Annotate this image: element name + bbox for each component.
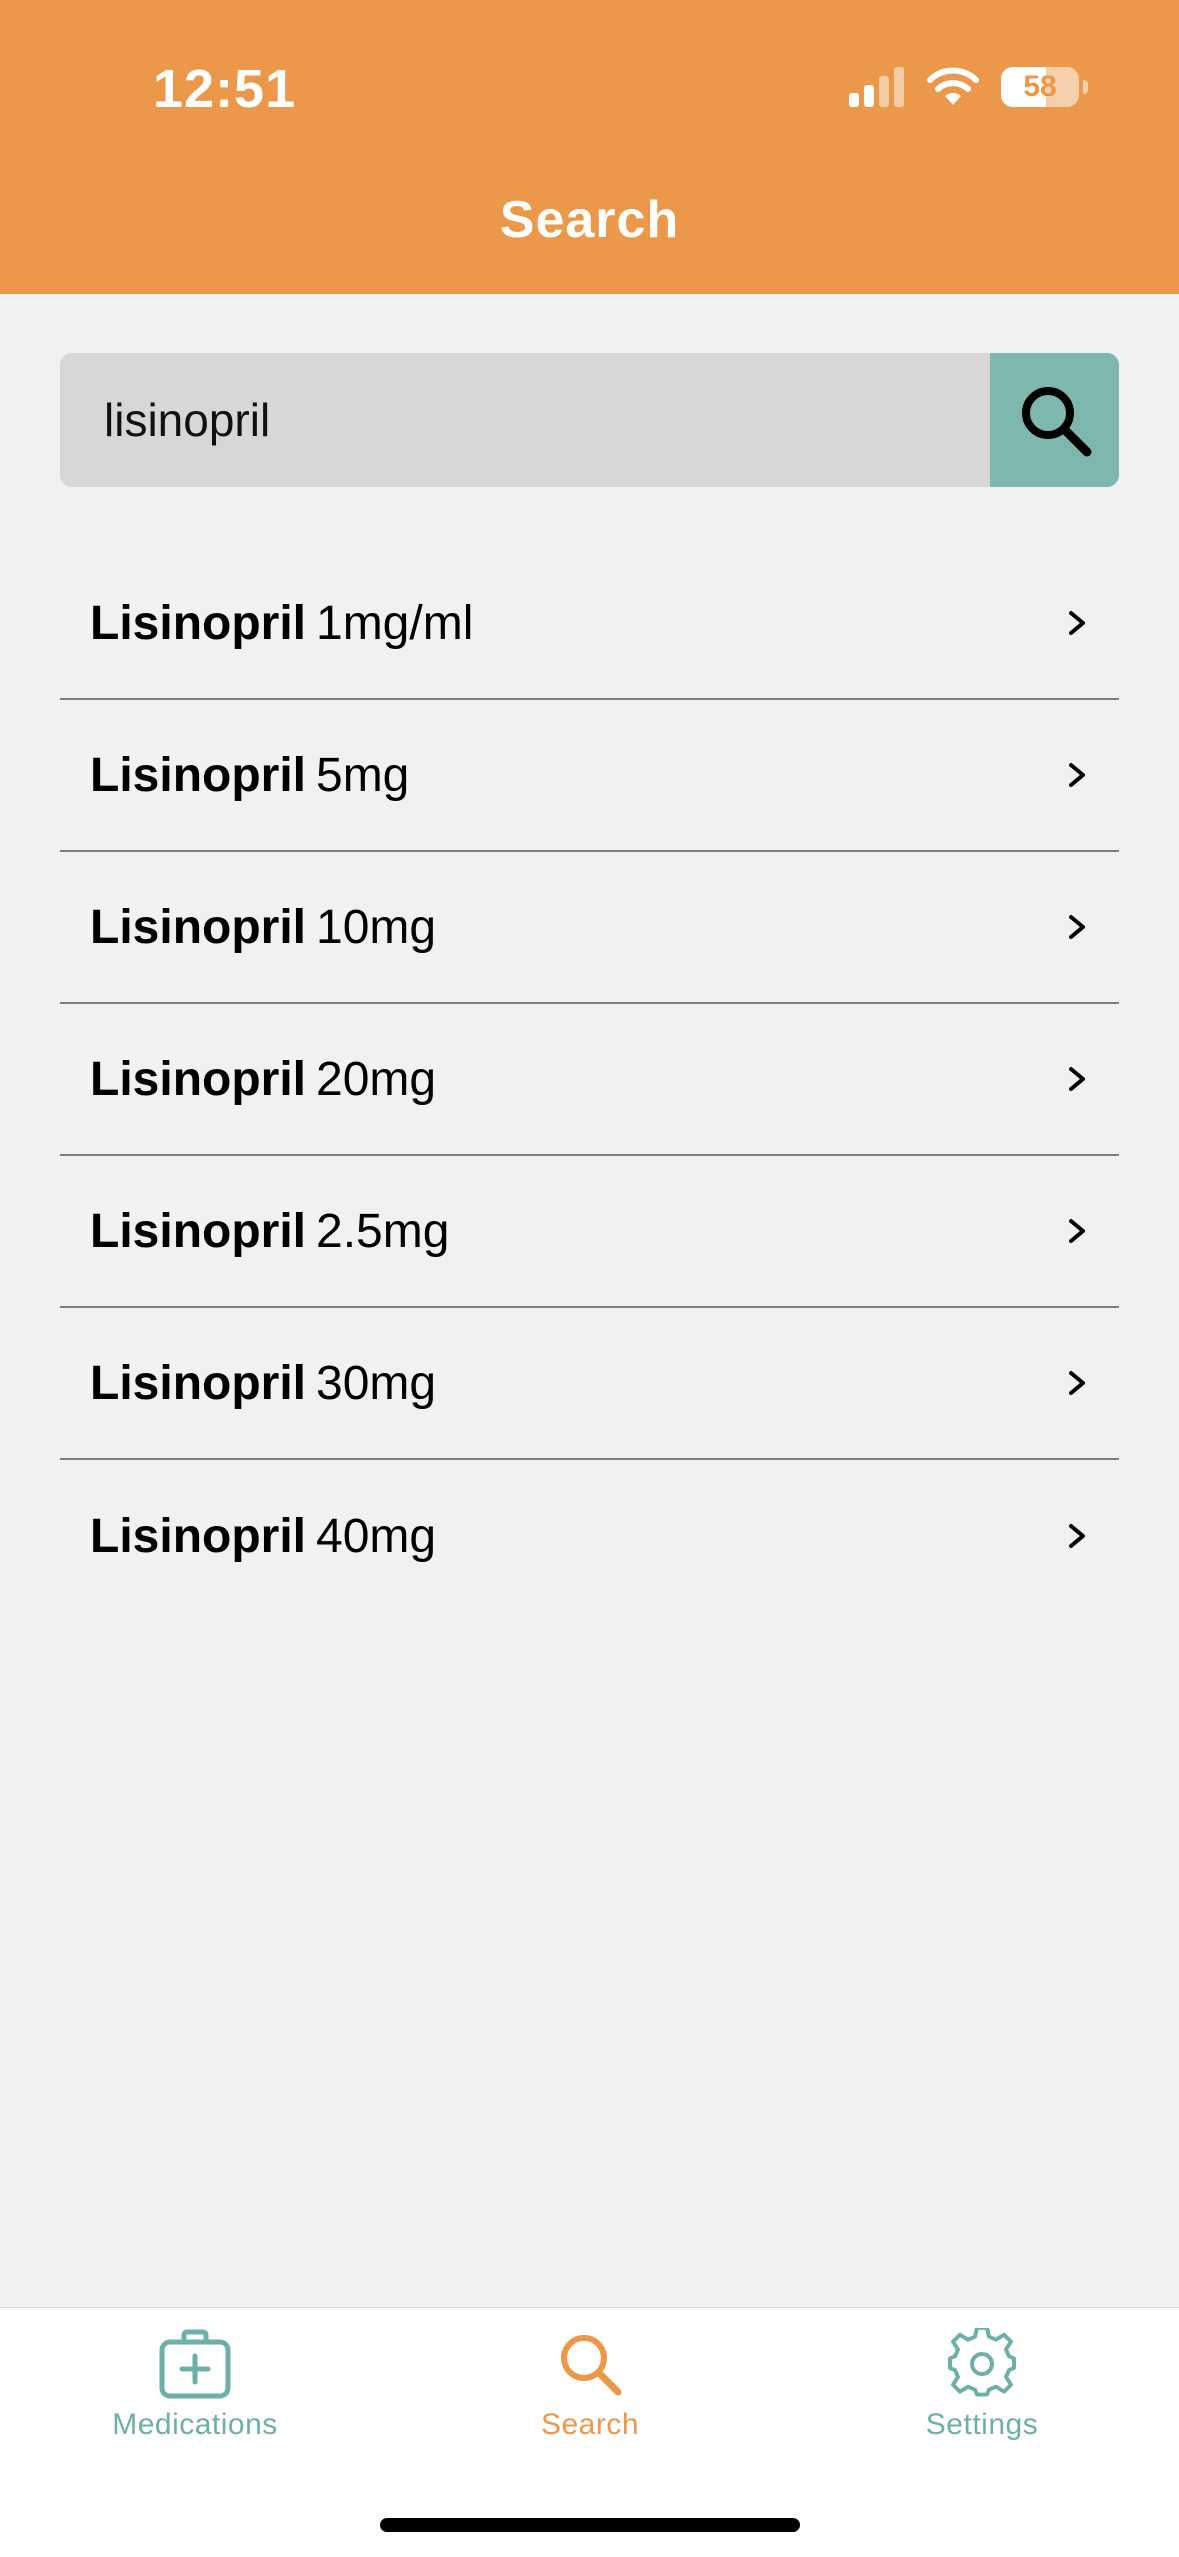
medication-name: Lisinopril <box>90 596 306 650</box>
medication-name: Lisinopril <box>90 900 306 954</box>
chevron-right-icon <box>1069 1219 1085 1243</box>
app-header: 12:51 58 Search <box>0 0 1179 294</box>
tab-settings[interactable]: Settings <box>832 2328 1132 2442</box>
battery-percent: 58 <box>1023 70 1057 103</box>
tab-search-label: Search <box>540 2408 640 2441</box>
wifi-icon <box>927 67 979 105</box>
result-row[interactable]: Lisinopril 40mg <box>60 1460 1119 1612</box>
home-indicator <box>380 2518 800 2532</box>
result-row[interactable]: Lisinopril 5mg <box>60 700 1119 852</box>
medical-kit-icon <box>159 2329 231 2399</box>
status-time: 12:51 <box>153 59 297 119</box>
search-input[interactable] <box>60 353 990 487</box>
search-button[interactable] <box>990 353 1119 487</box>
medication-name: Lisinopril <box>90 1356 306 1410</box>
chevron-right-icon <box>1069 915 1085 939</box>
gear-icon <box>948 2328 1016 2397</box>
chevron-right-icon <box>1069 1371 1085 1395</box>
tab-medications-label: Medications <box>112 2408 278 2441</box>
search-icon <box>1021 387 1091 457</box>
page-title: Search <box>499 191 680 249</box>
result-row[interactable]: Lisinopril 2.5mg <box>60 1156 1119 1308</box>
chevron-right-icon <box>1069 1067 1085 1091</box>
chevron-right-icon <box>1069 763 1085 787</box>
status-icons: 58 <box>849 62 1088 112</box>
medication-name: Lisinopril <box>90 1204 306 1258</box>
tab-medications[interactable]: Medications <box>45 2328 345 2442</box>
result-row[interactable]: Lisinopril 20mg <box>60 1004 1119 1156</box>
medication-name: Lisinopril <box>90 1052 306 1106</box>
tab-search[interactable]: Search <box>440 2328 740 2442</box>
medication-dose: 10mg <box>316 900 437 954</box>
medication-name: Lisinopril <box>90 1509 306 1563</box>
medication-dose: 20mg <box>316 1052 437 1106</box>
medication-dose: 2.5mg <box>316 1204 450 1258</box>
medication-dose: 5mg <box>316 748 410 802</box>
tab-settings-label: Settings <box>925 2408 1039 2441</box>
results-list: Lisinopril 1mg/ml Lisinopril 5mg Lisinopri… <box>60 548 1119 1612</box>
result-row[interactable]: Lisinopril 30mg <box>60 1308 1119 1460</box>
chevron-right-icon <box>1069 1524 1085 1548</box>
result-row[interactable]: Lisinopril 10mg <box>60 852 1119 1004</box>
medication-name: Lisinopril <box>90 748 306 802</box>
search-bar <box>60 353 1119 487</box>
chevron-right-icon <box>1069 611 1085 635</box>
medication-dose: 1mg/ml <box>316 596 474 650</box>
cellular-signal-icon <box>849 67 904 107</box>
medication-dose: 30mg <box>316 1356 437 1410</box>
search-icon <box>561 2335 622 2396</box>
battery-indicator: 58 <box>1001 67 1088 107</box>
medication-dose: 40mg <box>316 1509 437 1563</box>
result-row[interactable]: Lisinopril 1mg/ml <box>60 548 1119 700</box>
